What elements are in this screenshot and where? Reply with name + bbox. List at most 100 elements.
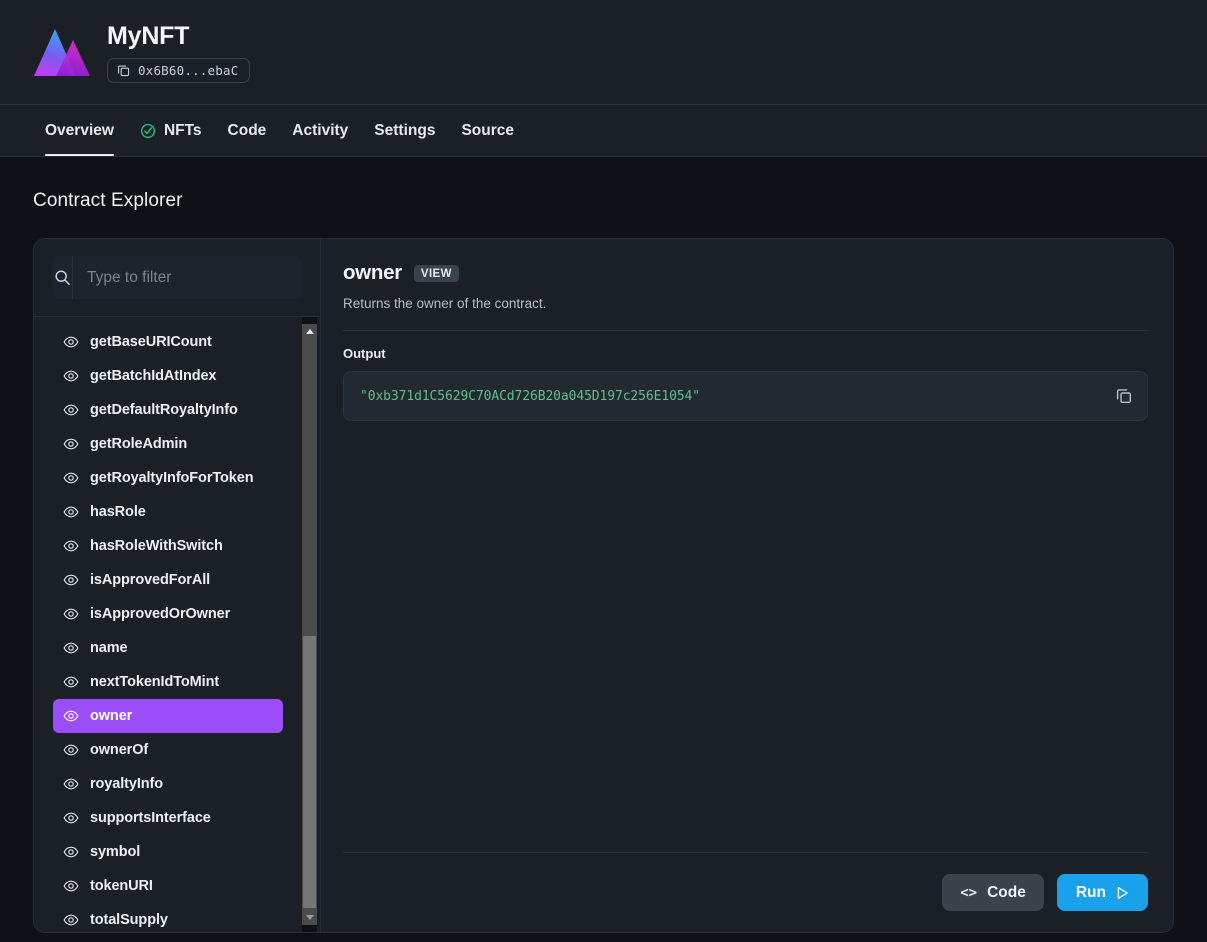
main-tabbar: Overview NFTs Code Activity Settings Sou… — [0, 105, 1207, 157]
function-item-label: symbol — [90, 844, 140, 860]
brand: MyNFT 0x6B60...ebaC — [33, 22, 250, 83]
function-item-symbol[interactable]: symbol — [53, 835, 283, 869]
tab-overview-label: Overview — [45, 122, 114, 140]
eye-icon — [63, 606, 79, 622]
eye-icon — [63, 844, 79, 860]
chevron-down-icon — [306, 915, 314, 920]
tab-settings-label: Settings — [374, 122, 435, 140]
tab-activity-label: Activity — [292, 122, 348, 140]
tab-code[interactable]: Code — [215, 105, 280, 156]
eye-icon — [63, 674, 79, 690]
function-item-label: getRoyaltyInfoForToken — [90, 470, 253, 486]
eye-icon — [63, 878, 79, 894]
contract-explorer-panel: getBaseURICount getBatchIdAtIndex getDef… — [33, 238, 1174, 933]
function-item-getBaseURICount[interactable]: getBaseURICount — [53, 325, 283, 359]
function-item-hasRole[interactable]: hasRole — [53, 495, 283, 529]
eye-icon — [63, 402, 79, 418]
tab-source[interactable]: Source — [448, 105, 527, 156]
copy-icon — [117, 64, 130, 77]
function-item-label: royaltyInfo — [90, 776, 163, 792]
detail-divider — [343, 330, 1148, 331]
chevron-up-icon — [306, 329, 314, 334]
function-item-getRoleAdmin[interactable]: getRoleAdmin — [53, 427, 283, 461]
tab-settings[interactable]: Settings — [361, 105, 448, 156]
function-item-tokenURI[interactable]: tokenURI — [53, 869, 283, 903]
function-item-label: getDefaultRoyaltyInfo — [90, 402, 238, 418]
function-item-getDefaultRoyaltyInfo[interactable]: getDefaultRoyaltyInfo — [53, 393, 283, 427]
play-icon — [1116, 886, 1129, 900]
function-item-owner[interactable]: owner — [53, 699, 283, 733]
function-item-label: totalSupply — [90, 912, 168, 928]
scrollbar-track[interactable] — [302, 339, 317, 910]
copy-icon[interactable] — [1115, 387, 1133, 405]
eye-icon — [63, 436, 79, 452]
eye-icon — [63, 912, 79, 928]
function-filter — [53, 256, 301, 299]
page-body: Contract Explorer getBaseURICount — [0, 157, 1207, 933]
function-item-label: ownerOf — [90, 742, 148, 758]
brand-text: MyNFT 0x6B60...ebaC — [107, 22, 250, 83]
run-button[interactable]: Run — [1057, 874, 1148, 911]
eye-icon — [63, 776, 79, 792]
detail-description: Returns the owner of the contract. — [343, 296, 1148, 311]
scroll-down-button[interactable] — [302, 910, 317, 925]
tab-source-label: Source — [461, 122, 514, 140]
tab-nfts[interactable]: NFTs — [127, 105, 215, 156]
function-item-label: owner — [90, 708, 132, 724]
status-badge: VIEW — [414, 265, 459, 282]
code-button[interactable]: <> Code — [942, 874, 1044, 911]
detail-actions: <> Code Run — [343, 853, 1148, 932]
eye-icon — [63, 504, 79, 520]
angle-brackets-icon: <> — [960, 885, 977, 901]
tab-nfts-label: NFTs — [164, 122, 202, 140]
check-circle-icon — [140, 123, 156, 139]
function-item-label: getRoleAdmin — [90, 436, 187, 452]
function-item-isApprovedForAll[interactable]: isApprovedForAll — [53, 563, 283, 597]
function-item-supportsInterface[interactable]: supportsInterface — [53, 801, 283, 835]
scrollbar-thumb[interactable] — [303, 636, 316, 908]
eye-icon — [63, 708, 79, 724]
function-item-hasRoleWithSwitch[interactable]: hasRoleWithSwitch — [53, 529, 283, 563]
function-list: getBaseURICount getBatchIdAtIndex getDef… — [34, 317, 302, 932]
function-item-getRoyaltyInfoForToken[interactable]: getRoyaltyInfoForToken — [53, 461, 283, 495]
function-item-isApprovedOrOwner[interactable]: isApprovedOrOwner — [53, 597, 283, 631]
function-item-label: getBaseURICount — [90, 334, 212, 350]
contract-name: MyNFT — [107, 22, 250, 51]
function-item-label: tokenURI — [90, 878, 153, 894]
function-item-name[interactable]: name — [53, 631, 283, 665]
function-item-label: nextTokenIdToMint — [90, 674, 219, 690]
function-item-label: isApprovedOrOwner — [90, 606, 230, 622]
tab-activity[interactable]: Activity — [279, 105, 361, 156]
eye-icon — [63, 538, 79, 554]
output-label: Output — [343, 346, 1148, 361]
function-item-label: isApprovedForAll — [90, 572, 210, 588]
function-item-label: supportsInterface — [90, 810, 211, 826]
function-list-wrapper: getBaseURICount getBatchIdAtIndex getDef… — [34, 316, 320, 932]
detail-spacer — [343, 421, 1148, 852]
function-item-ownerOf[interactable]: ownerOf — [53, 733, 283, 767]
contract-address-badge[interactable]: 0x6B60...ebaC — [107, 58, 250, 83]
search-input[interactable] — [73, 256, 301, 299]
tab-overview[interactable]: Overview — [45, 105, 127, 156]
function-item-totalSupply[interactable]: totalSupply — [53, 903, 283, 932]
function-item-royaltyInfo[interactable]: royaltyInfo — [53, 767, 283, 801]
eye-icon — [63, 742, 79, 758]
contract-address-text: 0x6B60...ebaC — [138, 63, 238, 78]
function-item-nextTokenIdToMint[interactable]: nextTokenIdToMint — [53, 665, 283, 699]
function-detail-panel: owner VIEW Returns the owner of the cont… — [321, 239, 1173, 932]
scroll-up-button[interactable] — [302, 324, 317, 339]
eye-icon — [63, 334, 79, 350]
function-item-getBatchIdAtIndex[interactable]: getBatchIdAtIndex — [53, 359, 283, 393]
eye-icon — [63, 470, 79, 486]
mynft-triangles-logo — [33, 26, 91, 79]
page-title: Contract Explorer — [33, 190, 1174, 212]
code-button-label: Code — [987, 884, 1026, 902]
function-item-label: hasRole — [90, 504, 146, 520]
search-icon — [54, 269, 71, 286]
eye-icon — [63, 572, 79, 588]
tab-code-label: Code — [228, 122, 267, 140]
app-header: MyNFT 0x6B60...ebaC — [0, 0, 1207, 105]
output-box: "0xb371d1C5629C70ACd726B20a045D197c256E1… — [343, 371, 1148, 421]
function-list-scrollbar[interactable] — [302, 317, 317, 932]
function-item-label: getBatchIdAtIndex — [90, 368, 216, 384]
